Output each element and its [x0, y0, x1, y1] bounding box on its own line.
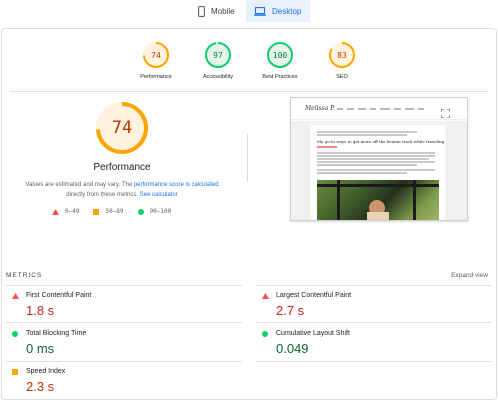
divider — [10, 91, 488, 92]
gauge-label: Best Practices — [262, 74, 298, 80]
metric-name: First Contentful Paint — [26, 292, 92, 299]
gauge-best-practices[interactable]: 100 Best Practices — [249, 41, 311, 80]
metric-cls: Cumulative Layout Shift 0.049 — [262, 330, 492, 356]
tab-mobile-label: Mobile — [211, 6, 235, 16]
metric-name: Speed Index — [26, 368, 66, 375]
screenshot-photo — [317, 180, 439, 220]
gauge-performance[interactable]: 74 Performance — [125, 41, 187, 80]
gauge-seo[interactable]: 83 SEO — [311, 41, 373, 80]
screenshot-logo: Melissa P. — [305, 105, 335, 112]
pass-circle-icon — [12, 330, 23, 337]
tab-desktop[interactable]: Desktop — [246, 0, 310, 22]
score-value: 97 — [213, 50, 223, 60]
score-ring: 97 — [204, 41, 232, 69]
metric-divider — [6, 285, 242, 286]
page-screenshot[interactable]: Melissa P. My go-to ways to get more off… — [290, 97, 468, 221]
average-square-icon — [12, 368, 23, 375]
text-line — [317, 155, 435, 157]
nav-stub — [380, 108, 390, 110]
photo-detail — [317, 184, 439, 187]
screenshot-headline: My go-to ways to get more off the beaten… — [317, 139, 445, 144]
text-line — [317, 169, 435, 171]
summary-gauges: 74 Performance 97 Accessibility 100 Best… — [2, 41, 496, 80]
metric-value: 1.8 s — [26, 303, 55, 318]
metric-speed-index: Speed Index 2.3 s — [12, 368, 242, 394]
metric-fcp: First Contentful Paint 1.8 s — [12, 292, 242, 318]
metric-name: Total Blocking Time — [26, 330, 87, 337]
nav-stub — [418, 108, 424, 110]
text-line — [317, 146, 337, 148]
phone-icon — [198, 5, 205, 17]
photo-detail — [337, 180, 340, 220]
fail-triangle-icon — [12, 292, 23, 299]
legend-fail: 0–49 — [52, 208, 79, 215]
photo-detail — [367, 212, 389, 220]
metric-lcp: Largest Contentful Paint 2.7 s — [262, 292, 492, 318]
gauge-label: Performance — [140, 74, 172, 80]
text-line — [317, 158, 429, 160]
nav-stub — [370, 108, 376, 110]
score-value: 100 — [272, 50, 288, 60]
metric-divider — [256, 361, 492, 362]
text-line — [317, 172, 407, 174]
text-line — [317, 164, 417, 166]
nav-stub — [394, 108, 401, 110]
tab-desktop-label: Desktop — [272, 6, 302, 16]
metric-divider — [256, 322, 492, 323]
pass-circle-icon — [262, 330, 273, 337]
metric-tbt: Total Blocking Time 0 ms — [12, 330, 242, 356]
gauge-accessibility[interactable]: 97 Accessibility — [187, 41, 249, 80]
metric-value: 2.7 s — [276, 303, 305, 318]
score-ring: 74 — [142, 41, 170, 69]
text-line — [317, 131, 417, 133]
legend-pass: 90–100 — [137, 208, 172, 215]
metric-divider — [6, 361, 242, 362]
legend-average: 50–89 — [93, 208, 124, 215]
see-calculator-link[interactable]: See calculator — [140, 192, 178, 198]
gauge-label: SEO — [336, 74, 348, 80]
square-icon — [93, 208, 100, 215]
metric-name: Largest Contentful Paint — [276, 292, 352, 299]
legend-range: 90–100 — [149, 208, 172, 215]
gauge-label: Accessibility — [203, 74, 233, 80]
metric-divider — [256, 285, 492, 286]
score-ring: 100 — [266, 41, 294, 69]
metric-value: 2.3 s — [26, 379, 55, 394]
nav-stub — [337, 108, 343, 110]
score-value: 83 — [337, 50, 347, 60]
score-legend: 0–49 50–89 90–100 — [52, 208, 185, 215]
legend-range: 50–89 — [105, 208, 124, 215]
performance-score: 74 — [111, 118, 133, 138]
performance-title: Performance — [93, 162, 151, 173]
triangle-icon — [52, 208, 59, 215]
vertical-divider — [247, 134, 248, 182]
text-line — [317, 134, 407, 136]
metric-value: 0 ms — [26, 341, 55, 356]
score-ring: 83 — [328, 41, 356, 69]
circle-icon — [137, 208, 144, 215]
metrics-heading: METRICS — [6, 272, 43, 279]
text-line — [317, 161, 435, 163]
metric-divider — [6, 322, 242, 323]
metric-name: Cumulative Layout Shift — [276, 330, 350, 337]
device-tabs: Mobile Desktop — [190, 0, 310, 22]
nav-stub — [358, 108, 366, 110]
performance-gauge: 74 — [94, 100, 150, 156]
screenshot-nav: Melissa P. — [291, 98, 467, 120]
note-text: directly from these metrics. — [66, 192, 140, 198]
text-line — [317, 152, 435, 154]
fail-triangle-icon — [262, 292, 273, 299]
score-value: 74 — [151, 50, 161, 60]
nav-stub — [405, 108, 414, 110]
tab-mobile[interactable]: Mobile — [190, 0, 246, 22]
laptop-icon — [254, 6, 266, 16]
performance-note: Values are estimated and may vary. The p… — [14, 180, 230, 200]
note-text: Values are estimated and may vary. The — [25, 182, 134, 188]
expand-view-button[interactable]: Expand view — [451, 272, 488, 279]
score-calculated-link[interactable]: performance score is calculated — [134, 182, 219, 188]
metric-value: 0.049 — [276, 341, 309, 356]
legend-range: 0–49 — [65, 208, 80, 215]
nav-stub — [347, 108, 354, 110]
photo-detail — [413, 180, 416, 220]
